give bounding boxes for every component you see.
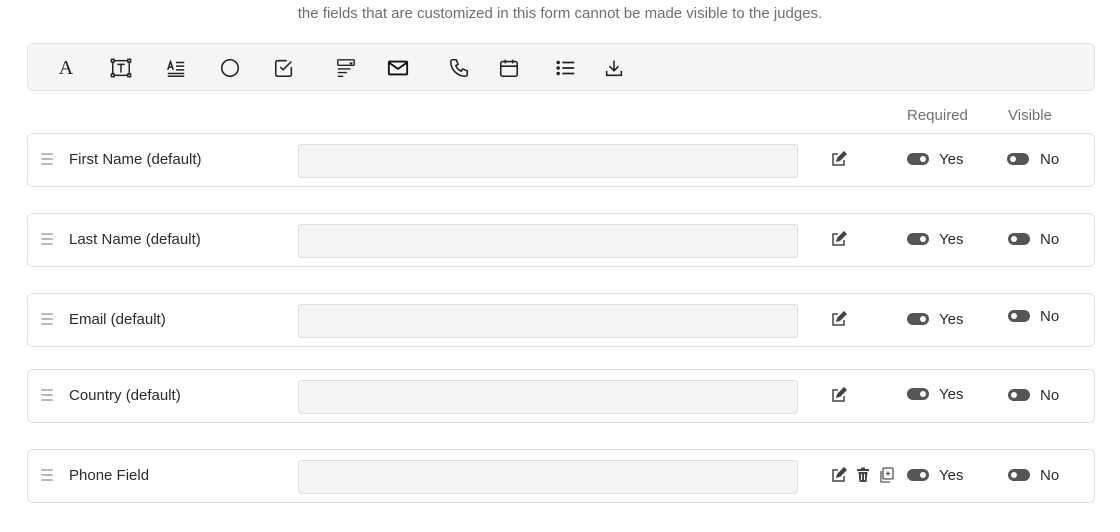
field-row-country: Country (default) Yes No: [27, 369, 1095, 423]
required-toggle[interactable]: [907, 153, 929, 165]
edit-icon[interactable]: [830, 386, 848, 404]
required-toggle[interactable]: [907, 388, 929, 400]
field-preview-input[interactable]: [298, 380, 798, 414]
field-row-last-name: Last Name (default) Yes No: [27, 213, 1095, 267]
field-preview-input[interactable]: [298, 460, 798, 494]
edit-icon[interactable]: [830, 150, 848, 168]
text-field-icon[interactable]: [109, 56, 133, 80]
visible-value: No: [1040, 308, 1060, 325]
visible-value: No: [1040, 151, 1060, 168]
field-label: First Name (default): [69, 151, 202, 168]
field-label: Phone Field: [69, 467, 150, 484]
field-label: Last Name (default): [69, 231, 201, 248]
list-icon[interactable]: [554, 56, 578, 80]
visible-column-header: Visible: [1008, 107, 1052, 124]
required-value: Yes: [939, 467, 964, 484]
email-icon[interactable]: [386, 56, 410, 80]
visible-toggle[interactable]: [1008, 310, 1030, 322]
required-value: Yes: [939, 151, 964, 168]
field-row-first-name: First Name (default) Yes No: [27, 133, 1095, 187]
required-toggle[interactable]: [907, 233, 929, 245]
edit-icon[interactable]: [830, 466, 848, 484]
field-label: Email (default): [69, 311, 166, 328]
required-value: Yes: [939, 311, 964, 328]
required-value: Yes: [939, 386, 964, 403]
visible-toggle[interactable]: [1008, 389, 1030, 401]
field-preview-input[interactable]: [298, 144, 798, 178]
visible-value: No: [1040, 231, 1060, 248]
text-icon[interactable]: A: [54, 56, 78, 80]
field-preview-input[interactable]: [298, 224, 798, 258]
visible-value: No: [1040, 387, 1060, 404]
form-notice: the fields that are customized in this f…: [297, 5, 823, 22]
trash-icon[interactable]: [854, 466, 872, 484]
required-toggle[interactable]: [907, 313, 929, 325]
drag-handle-icon[interactable]: [41, 389, 53, 403]
field-row-email: Email (default) Yes No: [27, 293, 1095, 347]
field-label: Country (default): [69, 387, 181, 404]
required-column-header: Required: [907, 107, 968, 124]
field-toolbar: A: [27, 43, 1095, 91]
field-preview-input[interactable]: [298, 304, 798, 338]
paragraph-icon[interactable]: [164, 56, 188, 80]
field-row-phone: Phone Field Yes No: [27, 449, 1095, 503]
edit-icon[interactable]: [830, 230, 848, 248]
download-icon[interactable]: [602, 56, 626, 80]
duplicate-icon[interactable]: [877, 466, 895, 484]
drag-handle-icon[interactable]: [41, 469, 53, 483]
visible-value: No: [1040, 467, 1060, 484]
visible-toggle[interactable]: [1008, 469, 1030, 481]
drag-handle-icon[interactable]: [41, 153, 53, 167]
visible-toggle[interactable]: [1007, 153, 1029, 165]
edit-icon[interactable]: [830, 310, 848, 328]
drag-handle-icon[interactable]: [41, 313, 53, 327]
required-value: Yes: [939, 231, 964, 248]
radio-icon[interactable]: [218, 56, 242, 80]
phone-icon[interactable]: [447, 56, 471, 80]
visible-toggle[interactable]: [1008, 233, 1030, 245]
drag-handle-icon[interactable]: [41, 233, 53, 247]
required-toggle[interactable]: [907, 469, 929, 481]
text-tool-glyph: A: [58, 56, 74, 79]
checkbox-icon[interactable]: [272, 56, 296, 80]
calendar-icon[interactable]: [497, 56, 521, 80]
dropdown-icon[interactable]: [334, 56, 358, 80]
